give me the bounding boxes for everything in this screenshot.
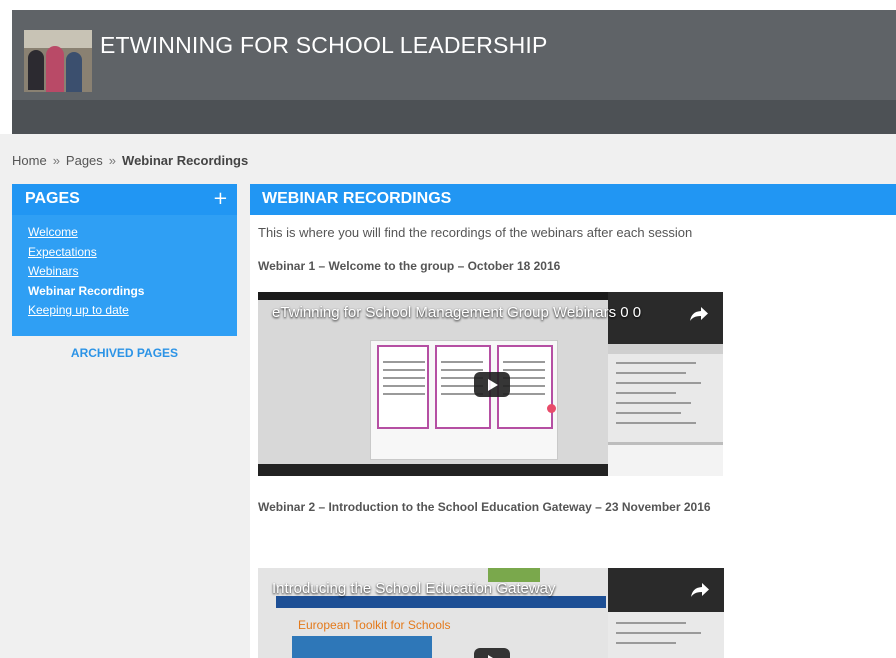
page-title: WEBINAR RECORDINGS bbox=[262, 190, 452, 207]
video-2-attendee-panel bbox=[608, 612, 724, 658]
sidebar-item-webinar-recordings[interactable]: Webinar Recordings bbox=[28, 282, 237, 302]
video-1-screen bbox=[258, 300, 608, 476]
sidebar-item-welcome[interactable]: Welcome bbox=[28, 223, 237, 243]
sidebar-item-webinars[interactable]: Webinars bbox=[28, 262, 237, 282]
archived-pages-link[interactable]: ARCHIVED PAGES bbox=[12, 346, 237, 360]
main-content: WEBINAR RECORDINGS This is where you wil… bbox=[250, 184, 896, 658]
breadcrumb: Home » Pages » Webinar Recordings bbox=[12, 153, 248, 168]
main-header: WEBINAR RECORDINGS bbox=[250, 184, 896, 215]
share-arrow-icon[interactable] bbox=[690, 582, 710, 598]
share-arrow-icon[interactable] bbox=[689, 306, 709, 322]
sidebar-header: PAGES + bbox=[12, 184, 237, 215]
breadcrumb-pages[interactable]: Pages bbox=[66, 153, 103, 168]
video-2-slide-heading: European Toolkit for Schools bbox=[298, 618, 451, 632]
video-1-cursor-dot bbox=[547, 404, 556, 413]
video-1-taskbar bbox=[258, 464, 608, 476]
sidebar-item-keeping-up-to-date[interactable]: Keeping up to date bbox=[28, 301, 237, 321]
video-1-chat-panel bbox=[608, 442, 723, 476]
video-2-slide-banner bbox=[292, 636, 432, 658]
site-header: ETWINNING FOR SCHOOL LEADERSHIP bbox=[12, 10, 896, 134]
site-title: ETWINNING FOR SCHOOL LEADERSHIP bbox=[100, 32, 548, 58]
sidebar-item-expectations[interactable]: Expectations bbox=[28, 243, 237, 263]
webinar-1-title: Webinar 1 – Welcome to the group – Octob… bbox=[258, 259, 561, 273]
video-1-title[interactable]: eTwinning for School Management Group We… bbox=[272, 304, 641, 321]
sidebar-title: PAGES bbox=[25, 190, 80, 207]
pages-sidebar: PAGES + Welcome Expectations Webinars We… bbox=[12, 184, 237, 360]
video-2-title[interactable]: Introducing the School Education Gateway bbox=[272, 580, 556, 597]
intro-text: This is where you will find the recordin… bbox=[258, 225, 693, 240]
add-page-icon[interactable]: + bbox=[213, 188, 228, 209]
webinar-2-title: Webinar 2 – Introduction to the School E… bbox=[258, 500, 711, 514]
video-2-site-bar bbox=[276, 596, 606, 608]
breadcrumb-separator: » bbox=[52, 153, 60, 168]
play-icon[interactable] bbox=[474, 648, 510, 658]
breadcrumb-home[interactable]: Home bbox=[12, 153, 47, 168]
header-group-photo bbox=[24, 30, 92, 92]
webinar-2-video[interactable]: European Toolkit for Schools Introducing… bbox=[258, 568, 724, 658]
video-1-slide bbox=[370, 340, 558, 460]
play-icon[interactable] bbox=[474, 372, 510, 397]
sidebar-menu: Welcome Expectations Webinars Webinar Re… bbox=[12, 215, 237, 336]
webinar-1-video[interactable]: eTwinning for School Management Group We… bbox=[258, 292, 723, 476]
breadcrumb-separator: » bbox=[108, 153, 117, 168]
breadcrumb-current: Webinar Recordings bbox=[122, 153, 249, 168]
header-nav-bar bbox=[12, 100, 896, 134]
